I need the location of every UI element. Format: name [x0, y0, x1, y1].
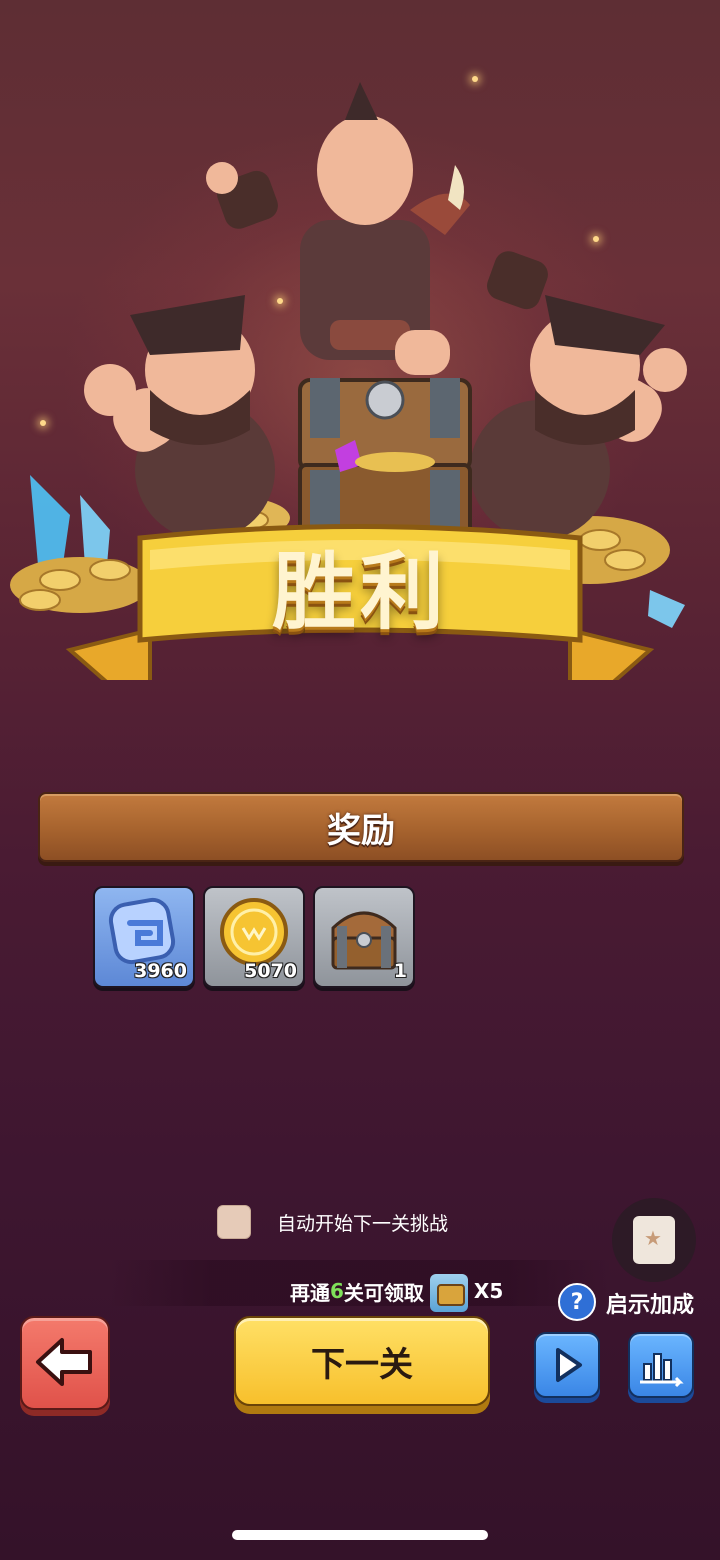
victory-title: 胜利	[271, 543, 448, 641]
bar-chart-icon	[640, 1353, 684, 1388]
arrow-left-icon	[36, 1338, 92, 1386]
hint-bonus-button[interactable]	[612, 1198, 696, 1282]
home-indicator[interactable]	[232, 1530, 488, 1540]
auto-next-label: 自动开始下一关挑战	[277, 1213, 449, 1235]
reward-tile-coin[interactable]: 5070	[203, 886, 305, 988]
play-icon	[556, 1348, 582, 1382]
reward-count: 3960	[134, 960, 187, 982]
reward-count: 5070	[244, 960, 297, 982]
progress-info: 再通 6 关可领取 X5	[290, 1272, 504, 1312]
hint-bonus-label: 启示加成	[606, 1293, 695, 1318]
rewards-header: 奖励	[38, 792, 684, 862]
progress-prefix: 再通	[290, 1280, 330, 1305]
hint-card-icon	[633, 1216, 675, 1264]
progress-number: 6	[330, 1279, 344, 1303]
progress-suffix: 关可领取	[343, 1280, 424, 1305]
next-level-label: 下一关	[311, 1344, 413, 1385]
reward-tile-scroll[interactable]: 3960	[93, 886, 195, 988]
help-icon[interactable]: ?	[558, 1283, 596, 1321]
chest-reward-icon	[429, 1274, 468, 1312]
play-button[interactable]	[534, 1332, 600, 1398]
progress-multiplier: X5	[473, 1279, 504, 1303]
back-button[interactable]	[20, 1316, 110, 1410]
auto-next-checkbox[interactable]	[217, 1205, 251, 1239]
next-level-button[interactable]: 下一关	[234, 1316, 490, 1406]
rewards-header-label: 奖励	[327, 810, 395, 851]
reward-tile-chest[interactable]: 1	[313, 886, 415, 988]
reward-count: 1	[393, 960, 407, 982]
stats-button[interactable]	[628, 1332, 694, 1398]
